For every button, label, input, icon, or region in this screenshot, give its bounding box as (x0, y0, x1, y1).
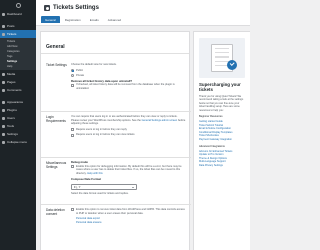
uninstall-option[interactable]: If checked, all ticket history data will… (71, 83, 186, 90)
misc-settings-label: Miscellaneous Settings (46, 161, 67, 169)
sidebar-item-media[interactable]: Media (0, 70, 36, 78)
data-deletion-label: Data deletion consent (46, 208, 65, 216)
tickets-icon (2, 32, 5, 36)
personal-data-erasure-link[interactable]: Personal data erasure (71, 221, 186, 225)
settings-tabs: General Registration Emails Advanced (41, 16, 126, 23)
checkbox[interactable] (71, 133, 74, 137)
login-view-option[interactable]: Require users to log in before they can … (71, 133, 186, 137)
sidebar-item-users[interactable]: Users (0, 114, 36, 122)
divider (41, 111, 191, 112)
tab-registration[interactable]: Registration (61, 16, 85, 23)
comments-icon (2, 88, 5, 92)
data-deletion-row: Data deletion consent Enable this option… (41, 208, 191, 224)
tickets-logo-icon (44, 5, 50, 11)
ticket-settings-intro: Choose the default view for new tickets. (71, 63, 117, 66)
checkbox[interactable] (71, 164, 74, 168)
tools-icon (2, 124, 5, 128)
sidebar-item-settings[interactable]: Settings (0, 130, 36, 138)
date-format-label: Compose Date Format (71, 177, 101, 182)
tab-emails[interactable]: Emails (86, 16, 103, 23)
date-format-select[interactable]: F j, Y (71, 183, 137, 190)
promo-resource-links: Getting started Guide Ticket Submit Tuto… (194, 118, 250, 142)
promo-illustration (199, 38, 245, 78)
radio-public[interactable]: Public (71, 69, 186, 73)
help-link[interactable]: Help with this (87, 172, 102, 175)
tab-general[interactable]: General (41, 16, 60, 23)
ticket-settings-row: Ticket Settings Choose the default view … (41, 63, 191, 93)
sidebar-item-dashboard[interactable]: Dashboard (0, 10, 36, 18)
login-reply-option[interactable]: Require users to log in before they can … (71, 128, 186, 132)
sidebar-item-pages[interactable]: Pages (0, 78, 36, 86)
checkbox[interactable] (71, 208, 74, 212)
promo-text: Thank you for using Quiet Tickets! We re… (199, 95, 244, 112)
checkmark-icon (227, 60, 237, 70)
page-title: Tickets Settings (44, 5, 99, 11)
pages-icon (2, 80, 5, 84)
sidebar-item-plugins[interactable]: Plugins (0, 106, 36, 114)
posts-icon (2, 24, 5, 28)
radio-button[interactable] (71, 74, 74, 78)
debug-mode-option[interactable]: Enable this option for debugging informa… (71, 165, 186, 176)
sidebar-item-appearance[interactable]: Appearance (0, 98, 36, 106)
settings-icon (2, 132, 5, 136)
promo-addon-links: Add-ons for Enhanced Tickets Update to P… (194, 148, 250, 168)
divider (41, 157, 191, 158)
dashboard-icon (2, 12, 5, 16)
login-requirements-row: Login Requirements You can require that … (41, 115, 191, 139)
promo-addon-link[interactable]: Data Privacy Settings (199, 164, 245, 168)
section-title: General (41, 32, 189, 54)
collapse-icon (2, 140, 5, 144)
media-icon (2, 72, 5, 76)
settings-panel: General Ticket Settings Choose the defau… (40, 31, 191, 250)
checkbox[interactable] (71, 83, 74, 87)
divider (41, 204, 191, 205)
radio-private[interactable]: Private (71, 74, 186, 78)
admin-sidebar: Dashboard Posts Tickets Tickets Add New … (0, 0, 36, 250)
tickets-submenu: Tickets Add New Categories Tags Settings… (0, 38, 36, 70)
misc-settings-row: Miscellaneous Settings Debug mode Enable… (41, 160, 191, 196)
appearance-icon (2, 100, 5, 104)
general-settings-link[interactable]: General Settings admin screen (142, 119, 178, 122)
radio-button[interactable] (71, 68, 74, 72)
sidebar-collapse-menu[interactable]: Collapse menu (0, 138, 36, 146)
promo-title: Supercharging your tickets (199, 82, 241, 92)
promo-sidebar: Supercharging your tickets Thank you for… (193, 31, 250, 250)
sidebar-item-comments[interactable]: Comments (0, 86, 36, 94)
sidebar-item-tickets[interactable]: Tickets (0, 30, 36, 38)
users-icon (2, 116, 5, 120)
sidebar-item-tools[interactable]: Tools (0, 122, 36, 130)
checkbox[interactable] (71, 128, 74, 132)
date-format-note: Select the date format used for tickets … (71, 191, 129, 195)
login-requirements-label: Login Requirements (46, 115, 66, 123)
plugins-icon (2, 108, 5, 112)
sidebar-item-posts[interactable]: Posts (0, 22, 36, 30)
tab-advanced[interactable]: Advanced (104, 16, 125, 23)
data-deletion-option[interactable]: Enable this option to remove ticket data… (71, 208, 186, 215)
submenu-item-help[interactable]: Help (0, 64, 36, 69)
wordpress-logo-icon[interactable] (0, 0, 36, 10)
settings-header: Tickets Settings General Registration Em… (36, 0, 250, 26)
ticket-settings-label: Ticket Settings (46, 63, 67, 67)
